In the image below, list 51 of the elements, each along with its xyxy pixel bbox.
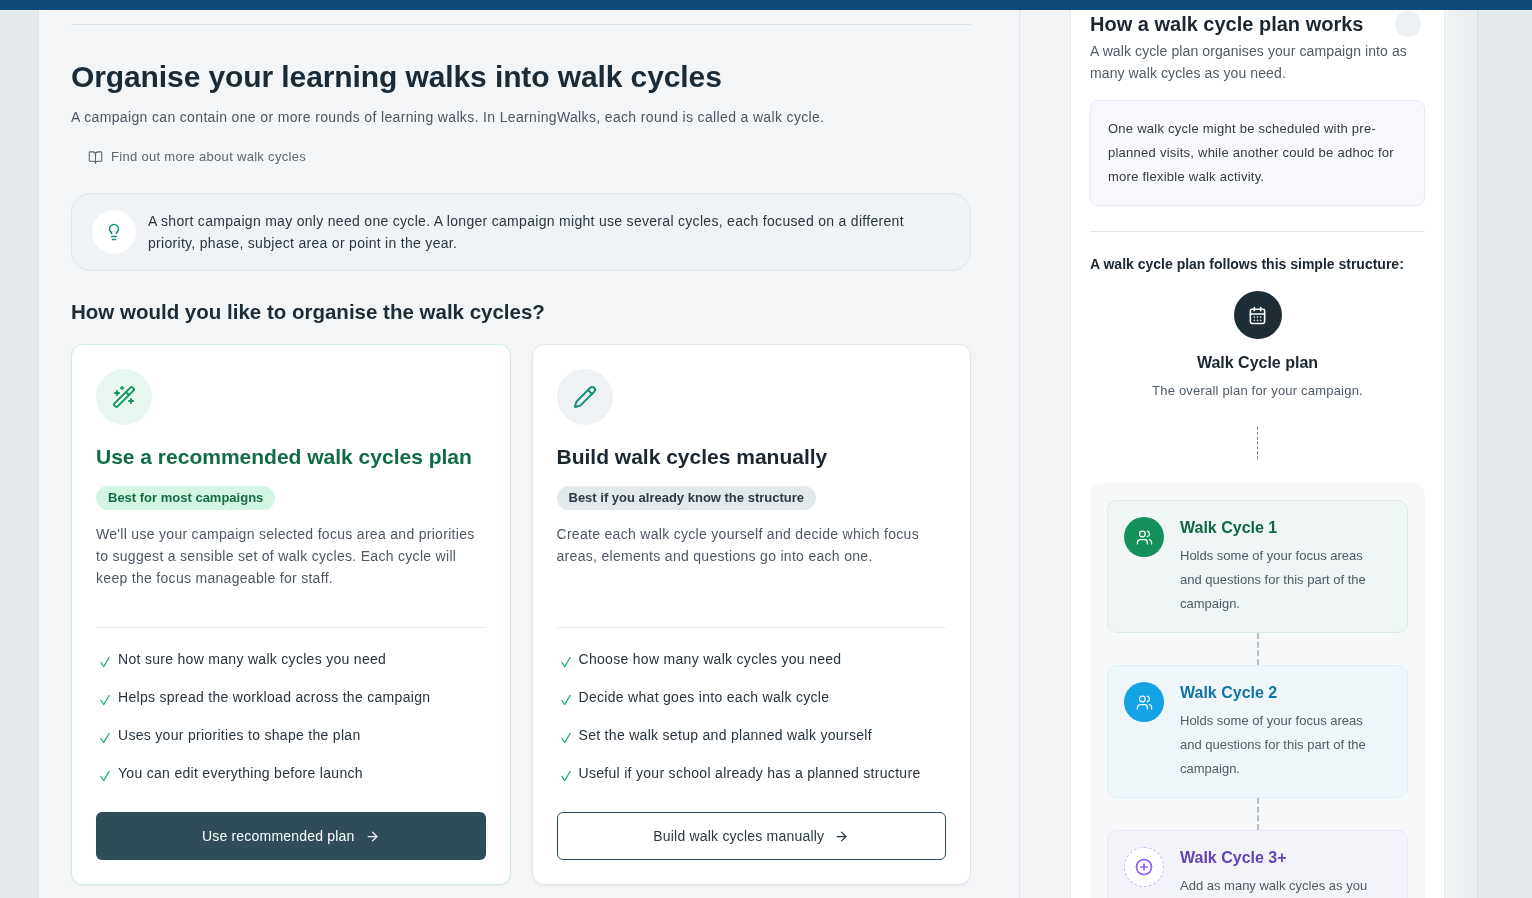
page-subtitle: A campaign can contain one or more rounds of learning walks. In LearningWalks, each round is called a walk cycle. <box>71 108 826 127</box>
benefit-text: Choose how many walk cycles you need <box>578 650 842 669</box>
plan-description: The overall plan for your campaign. <box>1152 382 1363 400</box>
check-icon <box>560 732 571 744</box>
structure-heading: A walk cycle plan follows this simple structure: <box>1090 255 1405 274</box>
check-icon <box>100 732 110 744</box>
benefit-text: Decide what goes into each walk cycle <box>578 688 830 707</box>
recommended-plan-button[interactable]: Use recommended plan <box>96 812 486 860</box>
benefit-text: Helps spread the workload across the campaign <box>118 688 431 707</box>
manual-build-button[interactable]: Build walk cycles manually <box>556 812 946 860</box>
option-card[interactable] <box>531 344 971 885</box>
option-tag: Best for most campaigns <box>96 486 276 510</box>
option-description: We'll use your campaign selected focus area and priorities to suggest a sensible set of walk cycles. Each cycle will keep the focus manageable for staff. <box>96 525 476 588</box>
benefit-text: Uses your priorities to shape the plan <box>118 726 361 745</box>
arrow-right-icon <box>834 828 850 844</box>
panel-title: How a walk cycle plan works <box>1090 12 1364 36</box>
option-tag: Best if you already know the structure <box>556 486 816 510</box>
benefit-text: Set the walk setup and planned walk yourself <box>578 726 872 745</box>
magic-wand-icon <box>96 369 152 425</box>
section-heading: How would you like to organise the walk cycles? <box>71 299 546 325</box>
plan-title: Walk Cycle plan <box>1196 353 1319 373</box>
lightbulb-icon <box>92 210 136 254</box>
option-description: Create each walk cycle yourself and decide which focus areas, elements and questions go into each one. <box>556 525 920 566</box>
help-link[interactable]: Find out more about walk cycles <box>88 147 306 167</box>
example-text: One walk cycle might be scheduled with pre-planned visits, while another could be adhoc for more flexible walk activity. <box>1108 120 1395 186</box>
connector-line <box>1257 427 1258 459</box>
cycle-description: Add as many walk cycles as you <box>1180 877 1369 895</box>
check-icon <box>560 656 571 668</box>
benefit-text: Useful if your school already has a planned structure <box>578 764 921 783</box>
cycle-title: Walk Cycle 2 <box>1180 683 1279 703</box>
calendar-icon <box>1233 291 1282 339</box>
plus-circle-icon <box>1124 847 1164 887</box>
tip-text: A short campaign may only need one cycle. A longer campaign might use several cycles, each focused on a different priority, phase, subject area or point in the year. <box>148 212 905 253</box>
cycle-title: Walk Cycle 3+ <box>1180 848 1288 868</box>
option-title: Build walk cycles manually <box>556 444 829 470</box>
arrow-right-icon <box>364 828 380 844</box>
option-title: Use a recommended walk cycles plan <box>96 444 473 470</box>
check-icon <box>560 770 571 782</box>
check-icon <box>100 770 110 782</box>
benefit-text: Not sure how many walk cycles you need <box>118 650 387 669</box>
cycle-title: Walk Cycle 1 <box>1180 518 1279 538</box>
check-icon <box>100 694 110 706</box>
option-card[interactable] <box>71 344 511 885</box>
page-title: Organise your learning walks into walk cycles <box>71 59 723 95</box>
cycle-description: Holds some of your focus areas and questions for this part of the campaign. <box>1180 712 1367 778</box>
panel-intro: A walk cycle plan organises your campaign into as many walk cycles as you need. <box>1090 42 1408 83</box>
benefit-text: You can edit everything before launch <box>118 764 363 783</box>
cycle-description: Holds some of your focus areas and questions for this part of the campaign. <box>1180 547 1367 613</box>
book-icon <box>88 149 103 165</box>
check-icon <box>100 656 110 668</box>
check-icon <box>560 694 571 706</box>
